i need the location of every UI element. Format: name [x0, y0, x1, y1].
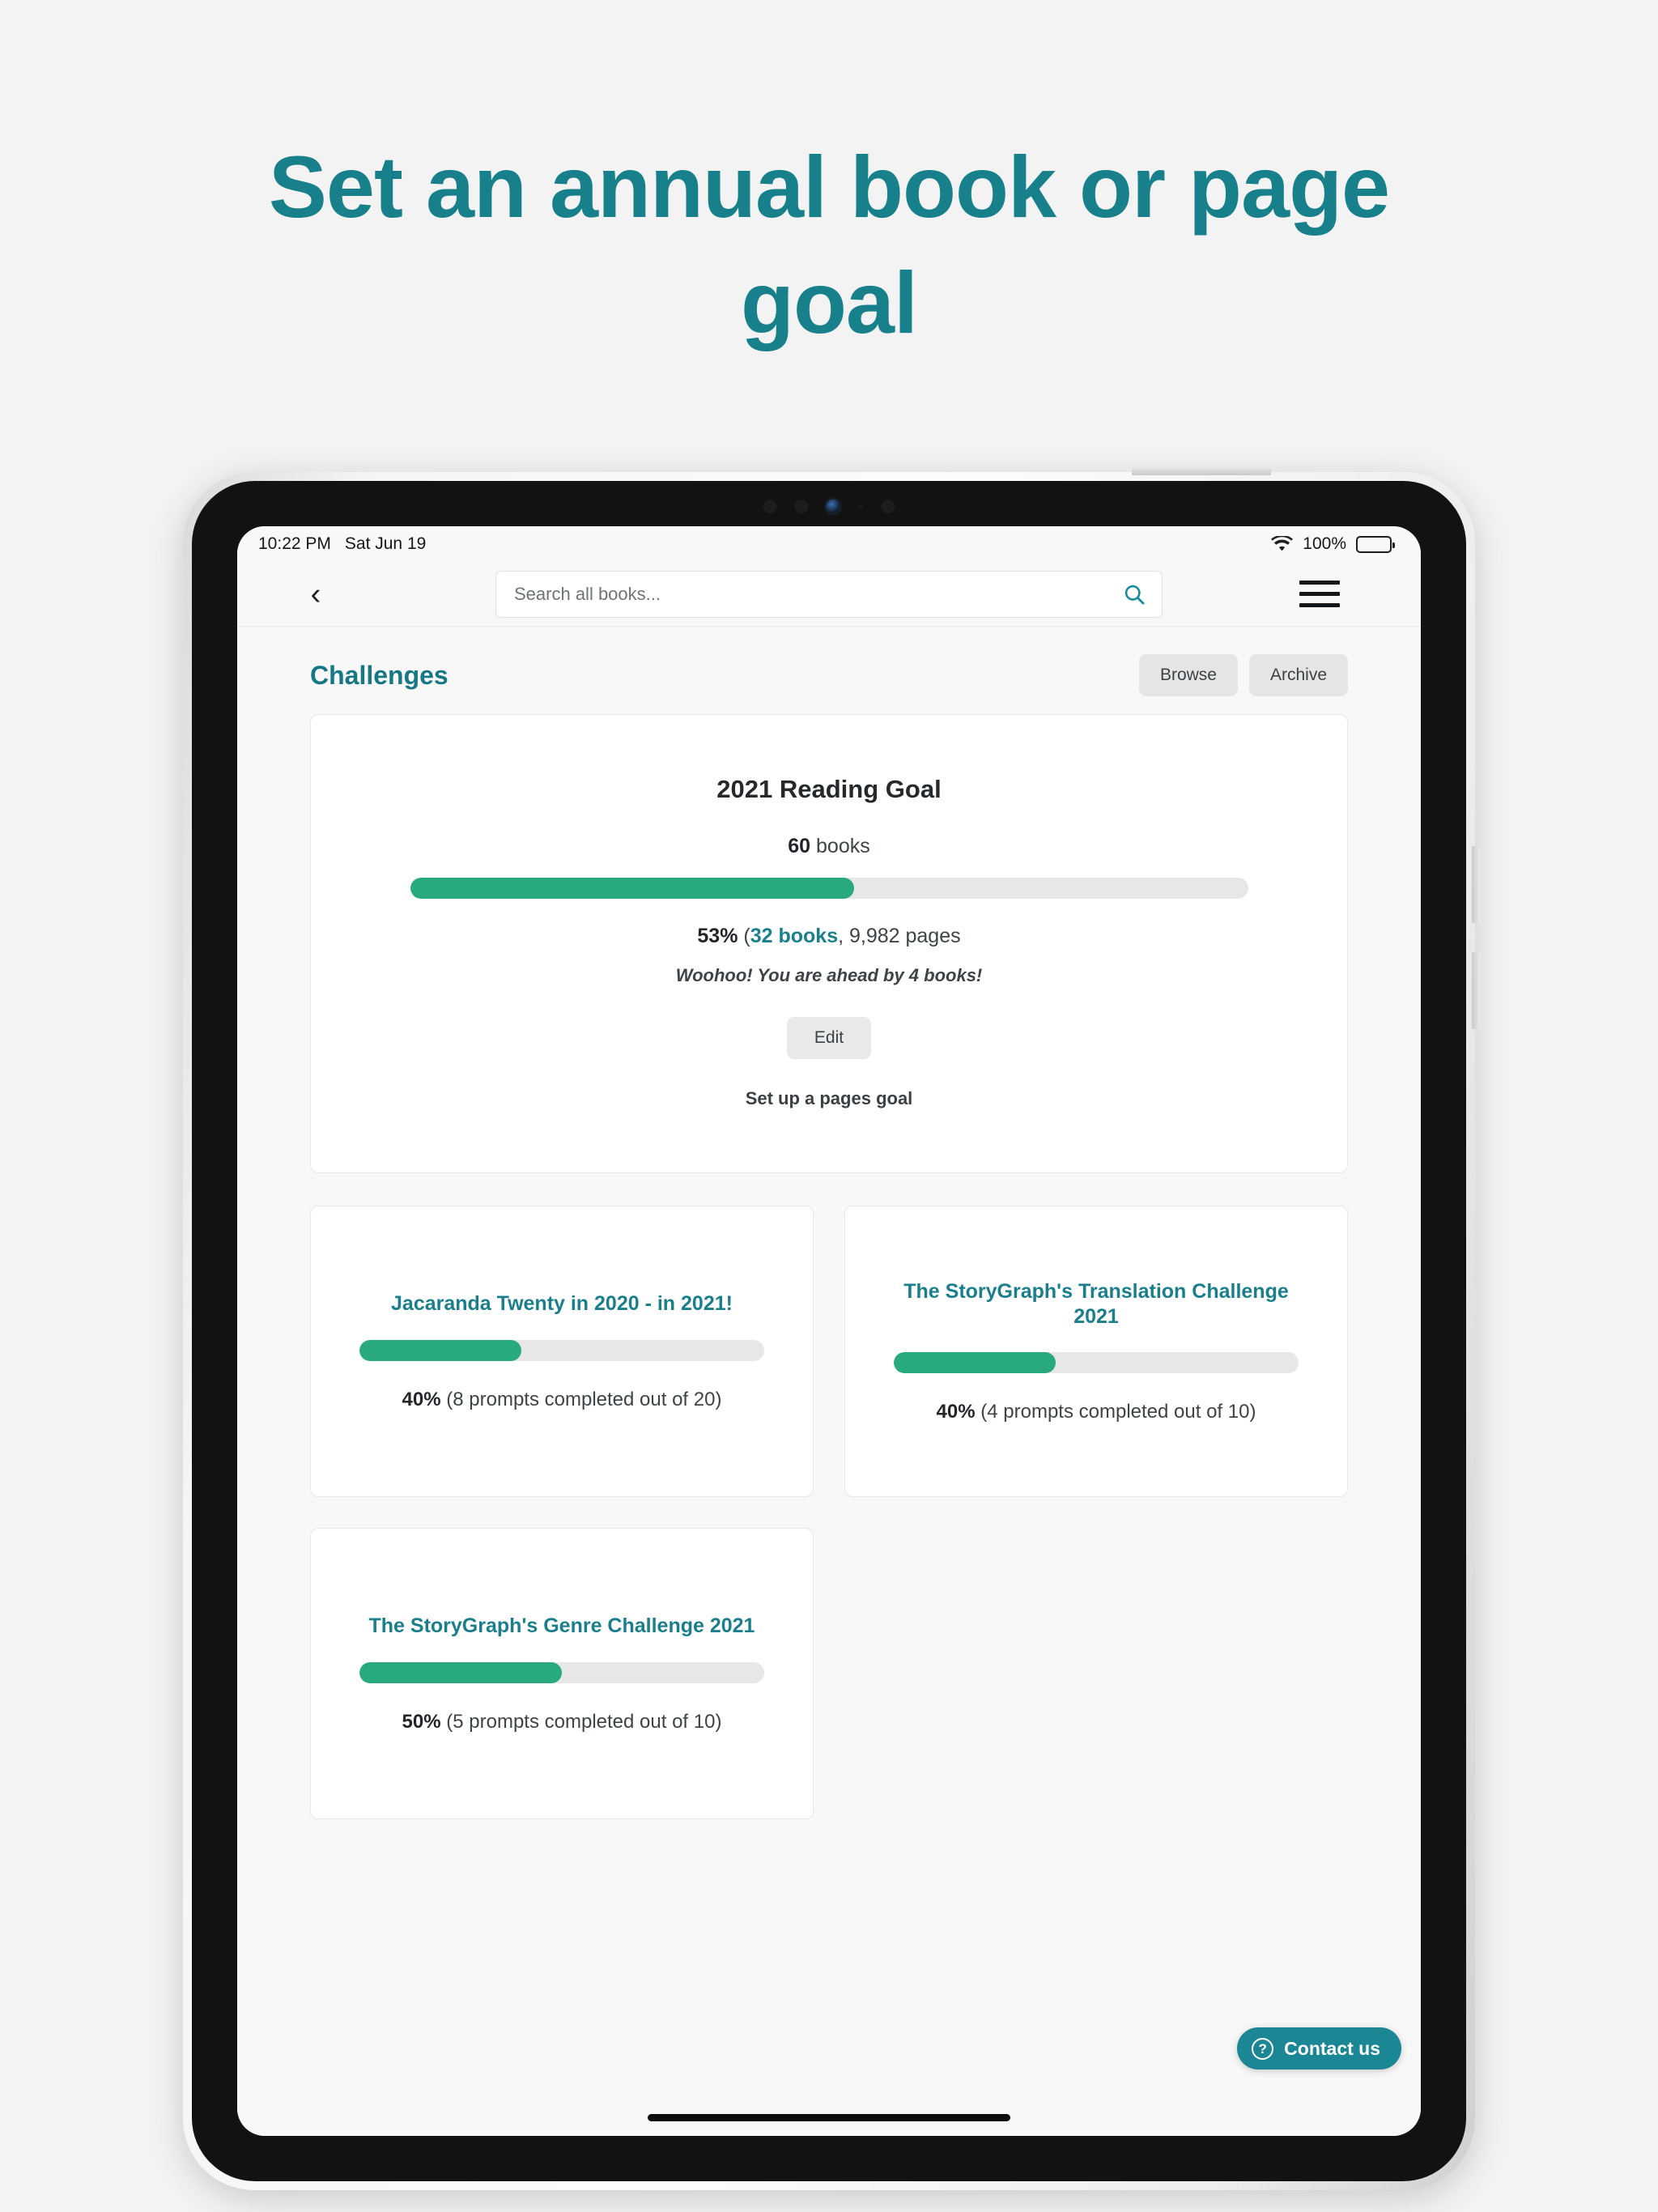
- books-read-link[interactable]: 32 books: [750, 925, 838, 947]
- sensor-dot-2: [794, 500, 809, 513]
- front-camera-icon: [826, 500, 840, 513]
- back-button[interactable]: ‹: [294, 572, 338, 616]
- challenge-detail: (5 prompts completed out of 10): [440, 1710, 722, 1733]
- reading-goal-progress-bar: [410, 878, 1248, 899]
- challenge-progress-bar: [894, 1352, 1299, 1374]
- page-title: Challenges: [310, 660, 449, 690]
- device-screen: 10:22 PM Sat Jun 19 100% ‹ Search all bo…: [237, 526, 1421, 2136]
- challenge-progress-bar: [359, 1339, 764, 1361]
- challenge-stats: 40% (8 prompts completed out of 20): [359, 1389, 764, 1411]
- reading-goal-pages: , 9,982 pages: [838, 925, 961, 947]
- search-bar[interactable]: [495, 570, 1163, 618]
- browse-button[interactable]: Browse: [1138, 654, 1238, 696]
- header-actions: Browse Archive: [1138, 654, 1348, 696]
- edit-goal-button[interactable]: Edit: [786, 1017, 872, 1059]
- archive-button[interactable]: Archive: [1248, 654, 1348, 696]
- volume-down-button[interactable]: [1472, 952, 1481, 1029]
- hamburger-menu-icon[interactable]: [1299, 581, 1340, 607]
- sensor-dot-4: [881, 500, 895, 513]
- challenge-title-link[interactable]: The StoryGraph's Genre Challenge 2021: [359, 1614, 764, 1639]
- device-bezel: 10:22 PM Sat Jun 19 100% ‹ Search all bo…: [192, 481, 1466, 2181]
- page-header-row: Challenges Browse Archive: [310, 627, 1348, 714]
- contact-us-label: Contact us: [1284, 2037, 1380, 2059]
- camera-sensor-cluster: [763, 500, 895, 513]
- challenge-detail: (4 prompts completed out of 10): [975, 1401, 1256, 1423]
- tablet-device: 10:22 PM Sat Jun 19 100% ‹ Search all bo…: [183, 466, 1481, 2190]
- status-time: 10:22 PM: [258, 534, 331, 553]
- reading-goal-card: 2021 Reading Goal 60 books 53% (32 books…: [310, 714, 1348, 1173]
- volume-up-button[interactable]: [1472, 846, 1481, 923]
- battery-full-icon: [1356, 535, 1395, 553]
- contact-us-button[interactable]: ? Contact us: [1237, 2027, 1401, 2069]
- challenge-stats: 50% (5 prompts completed out of 10): [359, 1711, 764, 1733]
- app-nav-bar: ‹: [237, 562, 1421, 627]
- challenge-progress-fill: [359, 1661, 562, 1683]
- search-input[interactable]: [514, 583, 1123, 605]
- status-bar-right: 100%: [1271, 534, 1395, 554]
- battery-percent-label: 100%: [1303, 534, 1346, 553]
- ios-status-bar: 10:22 PM Sat Jun 19 100%: [237, 526, 1421, 562]
- challenge-progress-fill: [359, 1339, 521, 1361]
- reading-goal-message: Woohoo! You are ahead by 4 books!: [675, 965, 983, 985]
- setup-pages-goal-link[interactable]: Set up a pages goal: [311, 1088, 1347, 1109]
- wifi-icon: [1271, 536, 1294, 551]
- reading-goal-progress-fill: [410, 878, 855, 899]
- challenge-progress-fill: [894, 1352, 1056, 1374]
- home-indicator[interactable]: [648, 2114, 1010, 2121]
- challenge-percent: 40%: [936, 1401, 976, 1423]
- reading-goal-unit: books: [816, 835, 870, 857]
- reading-goal-number: 60: [788, 835, 811, 857]
- status-bar-left: 10:22 PM Sat Jun 19: [258, 534, 426, 554]
- promo-headline: Set an annual book or page goal: [268, 138, 1390, 351]
- challenge-stats: 40% (4 prompts completed out of 10): [894, 1401, 1299, 1423]
- challenge-card[interactable]: The StoryGraph's Genre Challenge 2021 50…: [310, 1528, 814, 1819]
- search-icon[interactable]: [1123, 583, 1146, 606]
- challenge-title-link[interactable]: The StoryGraph's Translation Challenge 2…: [894, 1279, 1299, 1330]
- page-content: Challenges Browse Archive 2021 Reading G…: [237, 627, 1421, 2136]
- reading-goal-title: 2021 Reading Goal: [716, 775, 942, 803]
- question-mark-circle-icon: ?: [1252, 2037, 1274, 2060]
- challenge-percent: 50%: [402, 1710, 441, 1733]
- reading-goal-target: 60 books: [311, 835, 1347, 858]
- challenge-title-link[interactable]: Jacaranda Twenty in 2020 - in 2021!: [359, 1291, 764, 1317]
- sensor-dot-1: [763, 500, 777, 513]
- challenge-card[interactable]: The StoryGraph's Translation Challenge 2…: [844, 1206, 1348, 1497]
- challenge-detail: (8 prompts completed out of 20): [440, 1388, 722, 1410]
- challenge-percent: 40%: [402, 1388, 441, 1410]
- status-date: Sat Jun 19: [344, 534, 427, 553]
- sensor-dot-3: [857, 504, 864, 509]
- power-button[interactable]: [1132, 466, 1271, 475]
- challenge-card[interactable]: Jacaranda Twenty in 2020 - in 2021! 40% …: [310, 1206, 814, 1497]
- reading-goal-stats: 53% (32 books, 9,982 pages: [697, 925, 961, 947]
- challenge-grid: Jacaranda Twenty in 2020 - in 2021! 40% …: [310, 1206, 1348, 1819]
- reading-goal-percent: 53%: [697, 925, 738, 947]
- challenge-progress-bar: [359, 1661, 764, 1683]
